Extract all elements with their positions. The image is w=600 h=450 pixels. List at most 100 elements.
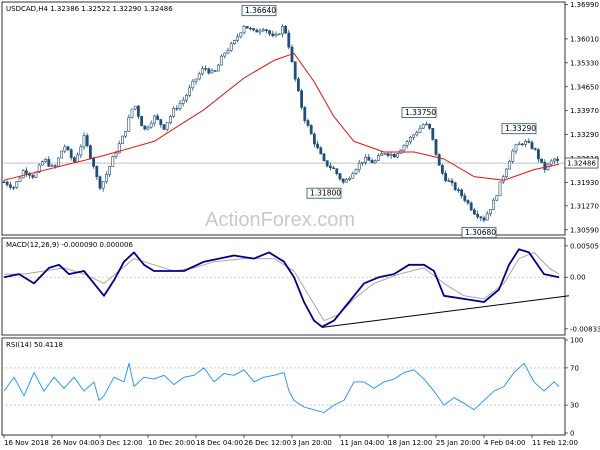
macd-ytick-label: -0.008332 — [570, 325, 600, 333]
candle-body — [130, 108, 134, 118]
price-ytick-label: 1.33290 — [570, 131, 599, 139]
candle-body — [169, 116, 172, 123]
candle-body — [188, 87, 192, 96]
candle-body — [322, 153, 326, 161]
x-tick-label: 4 Feb 04:00 — [484, 439, 525, 447]
candle-body — [501, 176, 505, 183]
candle-body — [181, 99, 185, 104]
candle-body — [309, 125, 313, 135]
rsi-panel-frame — [1, 337, 566, 436]
candle-body — [386, 153, 390, 156]
price-ytick-label: 1.36010 — [570, 35, 599, 43]
candle-body — [277, 33, 281, 36]
price-ytick-label: 1.36990 — [570, 1, 599, 9]
candle-body — [524, 140, 528, 145]
candle-body — [504, 168, 508, 178]
x-tick-label: 18 Dec 04:00 — [196, 439, 243, 447]
candle-body — [21, 170, 25, 179]
candle-body — [44, 159, 48, 162]
candle-body — [466, 200, 470, 204]
candle-body — [405, 141, 409, 146]
candle-body — [204, 68, 208, 70]
candle-body — [338, 173, 342, 180]
candle-body — [73, 157, 76, 163]
candle-body — [245, 26, 249, 29]
candle-body — [121, 135, 124, 145]
candle-body — [89, 145, 92, 159]
candle-body — [335, 168, 339, 175]
candle-body — [82, 135, 86, 148]
candle-body — [101, 181, 105, 189]
x-tick-label: 25 Jan 20:00 — [436, 439, 480, 447]
candle-body — [392, 154, 396, 158]
candle-body — [415, 132, 419, 136]
candle-body — [498, 181, 502, 197]
candle-body — [255, 29, 259, 33]
candle-body — [370, 160, 374, 164]
candle-body — [293, 61, 297, 80]
candle-body — [447, 180, 451, 182]
candle-body — [143, 125, 147, 130]
candle-body — [9, 184, 12, 188]
candle-body — [476, 213, 480, 218]
current-price-tag-text: 1.32486 — [567, 160, 596, 168]
candle-body — [527, 140, 531, 143]
candle-body — [434, 139, 438, 155]
candle-body — [508, 161, 512, 170]
price-annotation-label: 1.36640 — [245, 6, 276, 15]
candle-body — [34, 171, 38, 178]
candle-body — [431, 127, 435, 140]
candle-body — [428, 123, 432, 129]
price-annotation-label: 1.31800 — [310, 189, 341, 198]
candle-body — [303, 107, 307, 121]
candle-body — [444, 172, 448, 182]
candle-body — [85, 135, 89, 146]
candle-body — [201, 68, 204, 75]
candle-body — [412, 134, 416, 138]
candle-body — [252, 28, 256, 31]
candle-body — [178, 103, 182, 109]
candle-body — [258, 30, 262, 33]
candle-body — [456, 189, 460, 191]
candle-body — [540, 158, 544, 163]
candle-body — [66, 146, 70, 151]
x-tick-label: 18 Jan 12:00 — [388, 439, 432, 447]
candle-body — [98, 176, 102, 189]
candle-body — [220, 55, 224, 66]
price-panel-frame — [1, 1, 566, 236]
candle-body — [153, 115, 156, 124]
candle-body — [12, 187, 16, 189]
candle-body — [2, 181, 6, 184]
candle-body — [47, 159, 51, 167]
price-annotation-label: 1.33290 — [505, 124, 536, 133]
candle-body — [482, 217, 486, 221]
candle-body — [351, 173, 355, 179]
candle-body — [543, 161, 547, 170]
candle-body — [354, 169, 358, 175]
candle-body — [156, 115, 160, 120]
price-header: USDCAD,H4 1.32386 1.32522 1.32290 1.3248… — [6, 5, 173, 13]
candle-body — [229, 43, 233, 51]
candle-body — [316, 143, 320, 149]
candle-body — [105, 174, 108, 182]
candle-body — [95, 166, 99, 178]
candle-body — [24, 170, 28, 174]
candle-body — [207, 68, 211, 74]
candle-body — [133, 105, 137, 110]
candle-body — [396, 153, 400, 158]
candle-body — [271, 33, 275, 37]
candle-body — [162, 124, 166, 130]
candle-body — [92, 157, 96, 167]
candle-body — [76, 154, 80, 163]
candle-body — [418, 127, 422, 133]
candle-body — [533, 148, 537, 150]
candle-body — [479, 216, 483, 219]
candle-body — [137, 105, 140, 117]
candle-body — [469, 202, 473, 211]
x-tick-label: 11 Feb 12:00 — [532, 439, 578, 447]
candle-body — [424, 123, 428, 126]
x-tick-label: 26 Dec 12:00 — [244, 439, 291, 447]
candle-body — [210, 70, 214, 74]
candle-body — [367, 156, 371, 161]
candle-body — [31, 175, 35, 178]
